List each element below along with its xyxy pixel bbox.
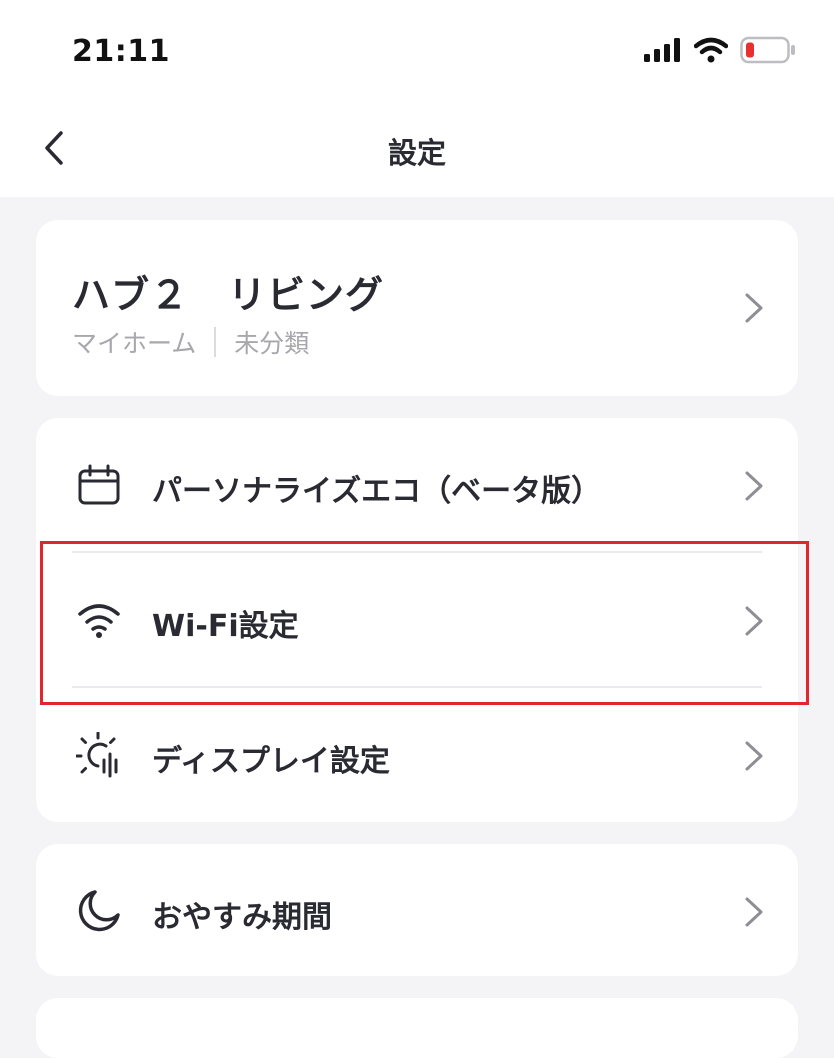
chevron-right-icon	[745, 606, 763, 636]
battery-low-icon	[740, 36, 796, 68]
menu-item-display-settings[interactable]: ディスプレイ設定	[36, 688, 798, 822]
menu-item-wifi-settings[interactable]: Wi-Fi設定	[36, 553, 798, 687]
menu-item-sleep-period[interactable]: おやすみ期間	[36, 844, 798, 976]
device-location: マイホーム 未分類	[72, 324, 309, 360]
nav-bar: 設定	[0, 100, 834, 197]
display-sun-icon	[76, 732, 122, 778]
menu-item-label: おやすみ期間	[152, 900, 332, 935]
status-icons	[644, 36, 796, 68]
menu-item-label: ディスプレイ設定	[152, 744, 390, 779]
moon-icon	[76, 888, 122, 934]
chevron-right-icon	[745, 471, 763, 501]
calendar-icon	[76, 462, 122, 508]
status-time: 21:11	[72, 34, 170, 69]
device-name: ハブ２ リビング	[72, 273, 385, 317]
page-title: 設定	[387, 136, 446, 170]
menu-item-label: パーソナライズエコ（ベータ版）	[152, 474, 602, 509]
wifi-icon	[76, 597, 122, 643]
device-card[interactable]: ハブ２ リビング マイホーム 未分類	[36, 220, 798, 396]
signal-icon	[644, 38, 682, 66]
settings-group: おやすみ期間	[36, 844, 798, 976]
settings-group	[36, 998, 798, 1058]
chevron-right-icon	[745, 897, 763, 927]
menu-item-personalize-eco[interactable]: パーソナライズエコ（ベータ版）	[36, 418, 798, 552]
menu-item-label: Wi-Fi設定	[152, 609, 299, 644]
device-home: マイホーム	[72, 329, 197, 358]
separator	[214, 327, 217, 357]
chevron-right-icon	[745, 741, 763, 771]
wifi-icon	[693, 37, 729, 67]
status-bar: 21:11	[0, 0, 834, 100]
chevron-right-icon	[745, 293, 763, 323]
device-category: 未分類	[234, 329, 310, 358]
settings-group: パーソナライズエコ（ベータ版） Wi-Fi設定 ディスプレイ設定	[36, 418, 798, 822]
